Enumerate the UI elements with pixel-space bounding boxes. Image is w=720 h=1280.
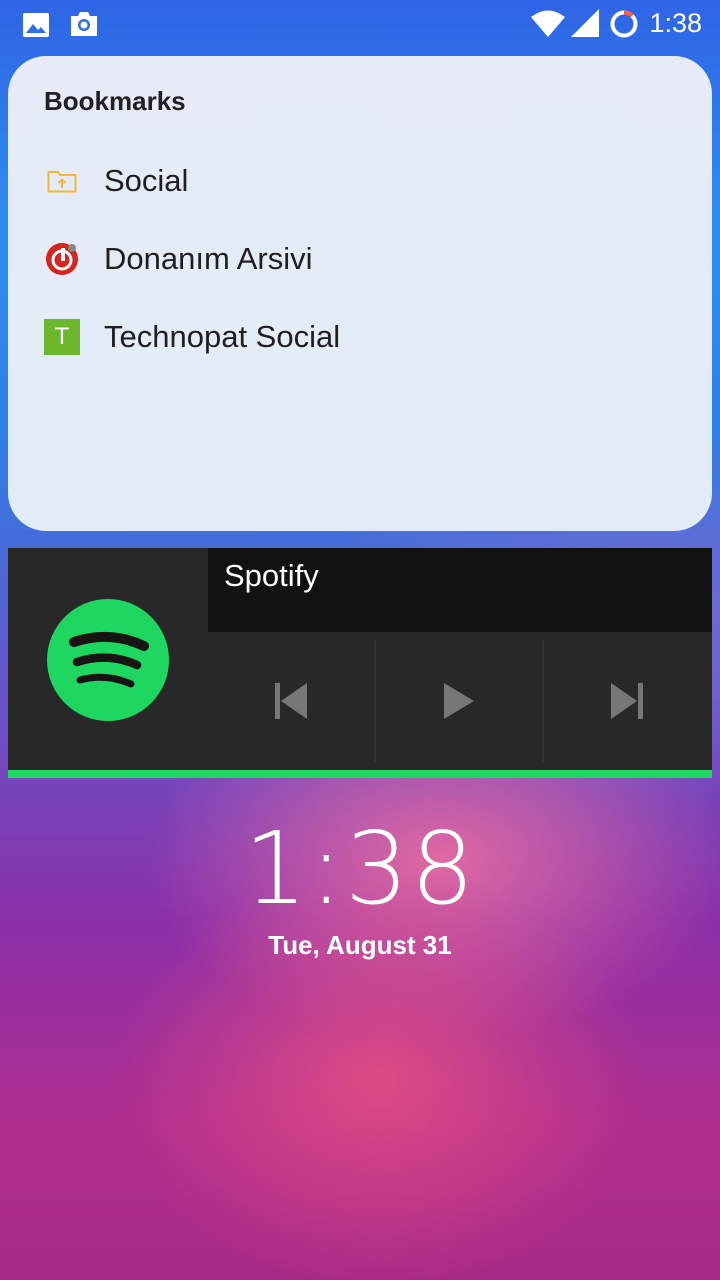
previous-button[interactable] xyxy=(208,640,374,762)
play-icon xyxy=(444,683,474,719)
folder-icon xyxy=(44,163,80,199)
bookmark-item-technopat-social[interactable]: T Technopat Social xyxy=(8,302,712,372)
technopat-icon-letter: T xyxy=(54,323,70,350)
spotify-titlebar: Spotify xyxy=(208,548,712,632)
spotify-widget: Spotify xyxy=(8,548,712,778)
bookmark-item-social[interactable]: Social xyxy=(8,146,712,216)
bookmark-label: Social xyxy=(104,163,189,198)
bookmark-item-donanim-arsivi[interactable]: Donanım Arsivi xyxy=(8,224,712,294)
next-button[interactable] xyxy=(544,640,710,762)
status-time: 1:38 xyxy=(649,8,702,38)
lockscreen-clock: 1:38 xyxy=(243,810,477,927)
camera-icon xyxy=(71,12,97,36)
bookmark-label: Technopat Social xyxy=(104,319,341,354)
technopat-icon: T xyxy=(44,319,80,355)
skip-next-icon xyxy=(611,683,643,719)
spotify-accent-bar xyxy=(8,770,712,778)
spotify-title: Spotify xyxy=(224,558,319,593)
image-icon xyxy=(23,13,49,37)
battery-icon xyxy=(610,10,638,38)
lockscreen-date: Tue, August 31 xyxy=(268,930,452,960)
bookmarks-title: Bookmarks xyxy=(44,86,186,116)
spotify-logo-icon[interactable] xyxy=(46,598,170,722)
bookmarks-widget: Bookmarks Social Donanım Arsivi T Techno… xyxy=(8,56,712,531)
skip-previous-icon xyxy=(275,683,307,719)
wifi-icon xyxy=(531,10,565,37)
signal-icon xyxy=(571,9,599,37)
donanim-arsivi-icon xyxy=(44,241,80,277)
play-button[interactable] xyxy=(376,640,542,762)
status-bar: 1:38 xyxy=(0,0,720,50)
bookmark-label: Donanım Arsivi xyxy=(104,241,313,276)
